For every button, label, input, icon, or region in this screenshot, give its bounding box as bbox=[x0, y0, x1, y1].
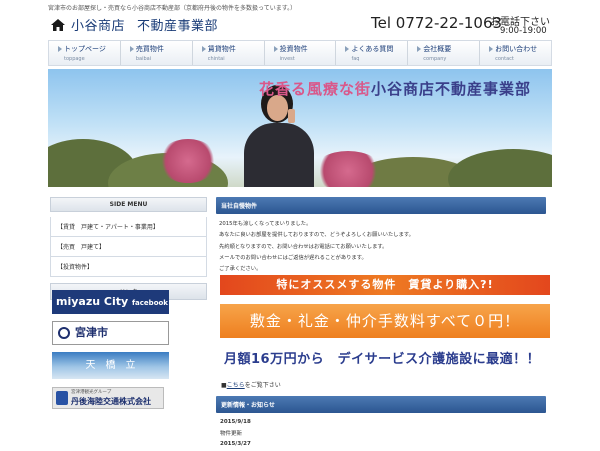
arrow-right-icon bbox=[58, 46, 62, 52]
detail-text: をご覧下さい bbox=[244, 382, 281, 389]
nav-sublabel: faq bbox=[351, 56, 360, 62]
hero-title-company: 小谷商店不動産事業部 bbox=[371, 80, 532, 98]
city-emblem-icon bbox=[58, 327, 70, 339]
banner-miyazu-label: miyazu City bbox=[56, 295, 129, 308]
hero-phone bbox=[288, 109, 295, 123]
promo-zero-fee-banner[interactable]: 敷金・礼金・仲介手数料すべて０円！ bbox=[220, 304, 550, 338]
detail-line: ■こちらをご覧下さい bbox=[221, 380, 281, 389]
logo-dept: 不動産事業部 bbox=[137, 19, 219, 34]
arrow-right-icon bbox=[201, 46, 206, 52]
nav-label: お問い合わせ bbox=[495, 45, 538, 53]
tel-number[interactable]: Tel 0772-22-1063 bbox=[371, 14, 502, 32]
sidebar: SIDE MENU 【賃貸 戸建て・アパート・事業用】 【売買 戸建て】 【投資… bbox=[50, 197, 207, 300]
nav-label: トップページ bbox=[64, 45, 106, 53]
nav-chintai[interactable]: 賃貸物件 chintai bbox=[193, 41, 265, 65]
promo-care-facility[interactable]: 月額16万円から デイサービス介護施設に最適！！ bbox=[224, 348, 540, 367]
banner-miyazu-sub: facebook bbox=[132, 299, 168, 307]
hero-title-slogan: 花香る風療な街 bbox=[259, 80, 372, 98]
nav-baibai[interactable]: 売買物件 baibai bbox=[121, 41, 193, 65]
nav-sublabel: invest bbox=[279, 56, 295, 62]
nav-contact[interactable]: お問い合わせ contact bbox=[480, 41, 551, 65]
nav-label: 会社概要 bbox=[423, 45, 452, 53]
hero-flowers bbox=[158, 139, 218, 183]
nav-toppage[interactable]: トップページ toppage bbox=[49, 41, 121, 65]
nav-sublabel: company bbox=[423, 56, 447, 62]
nav-label: 投資物件 bbox=[279, 45, 308, 53]
arrow-right-icon bbox=[345, 46, 350, 52]
greeting-text: 2015年も涼しくなってまいりました。 あなたに良いお部屋を提供しておりますので… bbox=[219, 219, 546, 275]
greeting-line: あなたに良いお部屋を提供しておりますので、どうぞよろしくお願いいたします。 bbox=[219, 232, 414, 239]
greeting-line: 2015年も涼しくなってまいりました。 bbox=[219, 221, 312, 227]
nav-label: よくある質問 bbox=[351, 45, 394, 53]
section-title: 当社自慢物件 bbox=[216, 197, 546, 214]
hero-banner: 花香る風療な街小谷商店不動産事業部 bbox=[48, 69, 552, 187]
arrow-right-icon bbox=[417, 46, 422, 52]
side-item-invest[interactable]: 【投資物件】 bbox=[50, 257, 207, 277]
news-item[interactable]: 物件更新 bbox=[220, 429, 251, 441]
hero-title: 花香る風療な街小谷商店不動産事業部 bbox=[259, 78, 531, 99]
hero-person-body bbox=[244, 123, 314, 187]
nav-sublabel: toppage bbox=[64, 56, 85, 62]
nav-sublabel: baibai bbox=[135, 56, 152, 62]
arrow-right-icon bbox=[273, 46, 278, 52]
nav-company[interactable]: 会社概要 company bbox=[408, 41, 481, 65]
side-menu-title: SIDE MENU bbox=[50, 197, 207, 212]
nav-faq[interactable]: よくある質問 faq bbox=[336, 41, 409, 65]
arrow-right-icon bbox=[129, 46, 134, 52]
nav-label: 売買物件 bbox=[135, 45, 164, 53]
side-item-rental[interactable]: 【賃貸 戸建て・アパート・事業用】 bbox=[50, 217, 207, 237]
tel-hours: 9:00-19:00 bbox=[500, 26, 547, 36]
hero-flowers bbox=[313, 151, 383, 187]
global-nav: トップページ toppage 売買物件 baibai 賃貸物件 chintai 投資物… bbox=[48, 40, 552, 66]
news-title: 更新情報・お知らせ bbox=[216, 396, 546, 413]
nav-invest[interactable]: 投資物件 invest bbox=[265, 41, 337, 65]
detail-link[interactable]: こちら bbox=[227, 382, 245, 389]
greeting-line: 先約順となりますので、お問い合わせはお電話にてお願いいたします。 bbox=[219, 243, 388, 250]
side-item-sale[interactable]: 【売買 戸建て】 bbox=[50, 237, 207, 257]
banner-tango-label: 丹後海陸交通株式会社 bbox=[71, 397, 151, 406]
logo-name: 小谷商店 bbox=[71, 19, 126, 34]
banner-miyazu-city[interactable]: 宮津市 bbox=[52, 321, 169, 345]
site-logo[interactable]: 小谷商店 不動産事業部 bbox=[50, 15, 218, 34]
banner-tango-small: 宮津港観光グループ bbox=[71, 390, 112, 395]
home-icon bbox=[51, 18, 65, 31]
banner-ama-label: 天 橋 立 bbox=[85, 360, 136, 371]
nav-sublabel: contact bbox=[495, 56, 514, 62]
greeting-line: メールでのお問い合わせにはご返信が遅れることがあります。 bbox=[219, 254, 367, 261]
banner-amanohashidate[interactable]: 天 橋 立 bbox=[52, 352, 169, 379]
greeting-line: ご了承ください。 bbox=[219, 266, 262, 273]
banner-miyazu-facebook[interactable]: miyazu City facebook bbox=[52, 290, 169, 314]
banner-city-label: 宮津市 bbox=[75, 326, 108, 339]
news-list: 2015/9/18 物件更新 2015/3/27 bbox=[220, 419, 251, 451]
main-content: 当社自慢物件 2015年も涼しくなってまいりました。 あなたに良いお部屋を提供し… bbox=[216, 197, 550, 447]
company-logo-icon bbox=[56, 391, 68, 405]
arrow-right-icon bbox=[489, 46, 494, 52]
nav-sublabel: chintai bbox=[207, 56, 225, 62]
promo-recommend-banner[interactable]: 特にオススメする物件 賃貸より購入?! bbox=[220, 275, 550, 295]
hero-tree bbox=[448, 149, 552, 187]
nav-label: 賃貸物件 bbox=[207, 45, 236, 53]
news-date: 2015/9/18 bbox=[220, 419, 251, 425]
site-tagline: 宮津市のお部屋探し・売買なら小谷商店不動産部（京都府丹後の物件を多数扱っています… bbox=[48, 5, 297, 12]
banner-tango-kairiku[interactable]: 宮津港観光グループ丹後海陸交通株式会社 bbox=[52, 387, 164, 409]
